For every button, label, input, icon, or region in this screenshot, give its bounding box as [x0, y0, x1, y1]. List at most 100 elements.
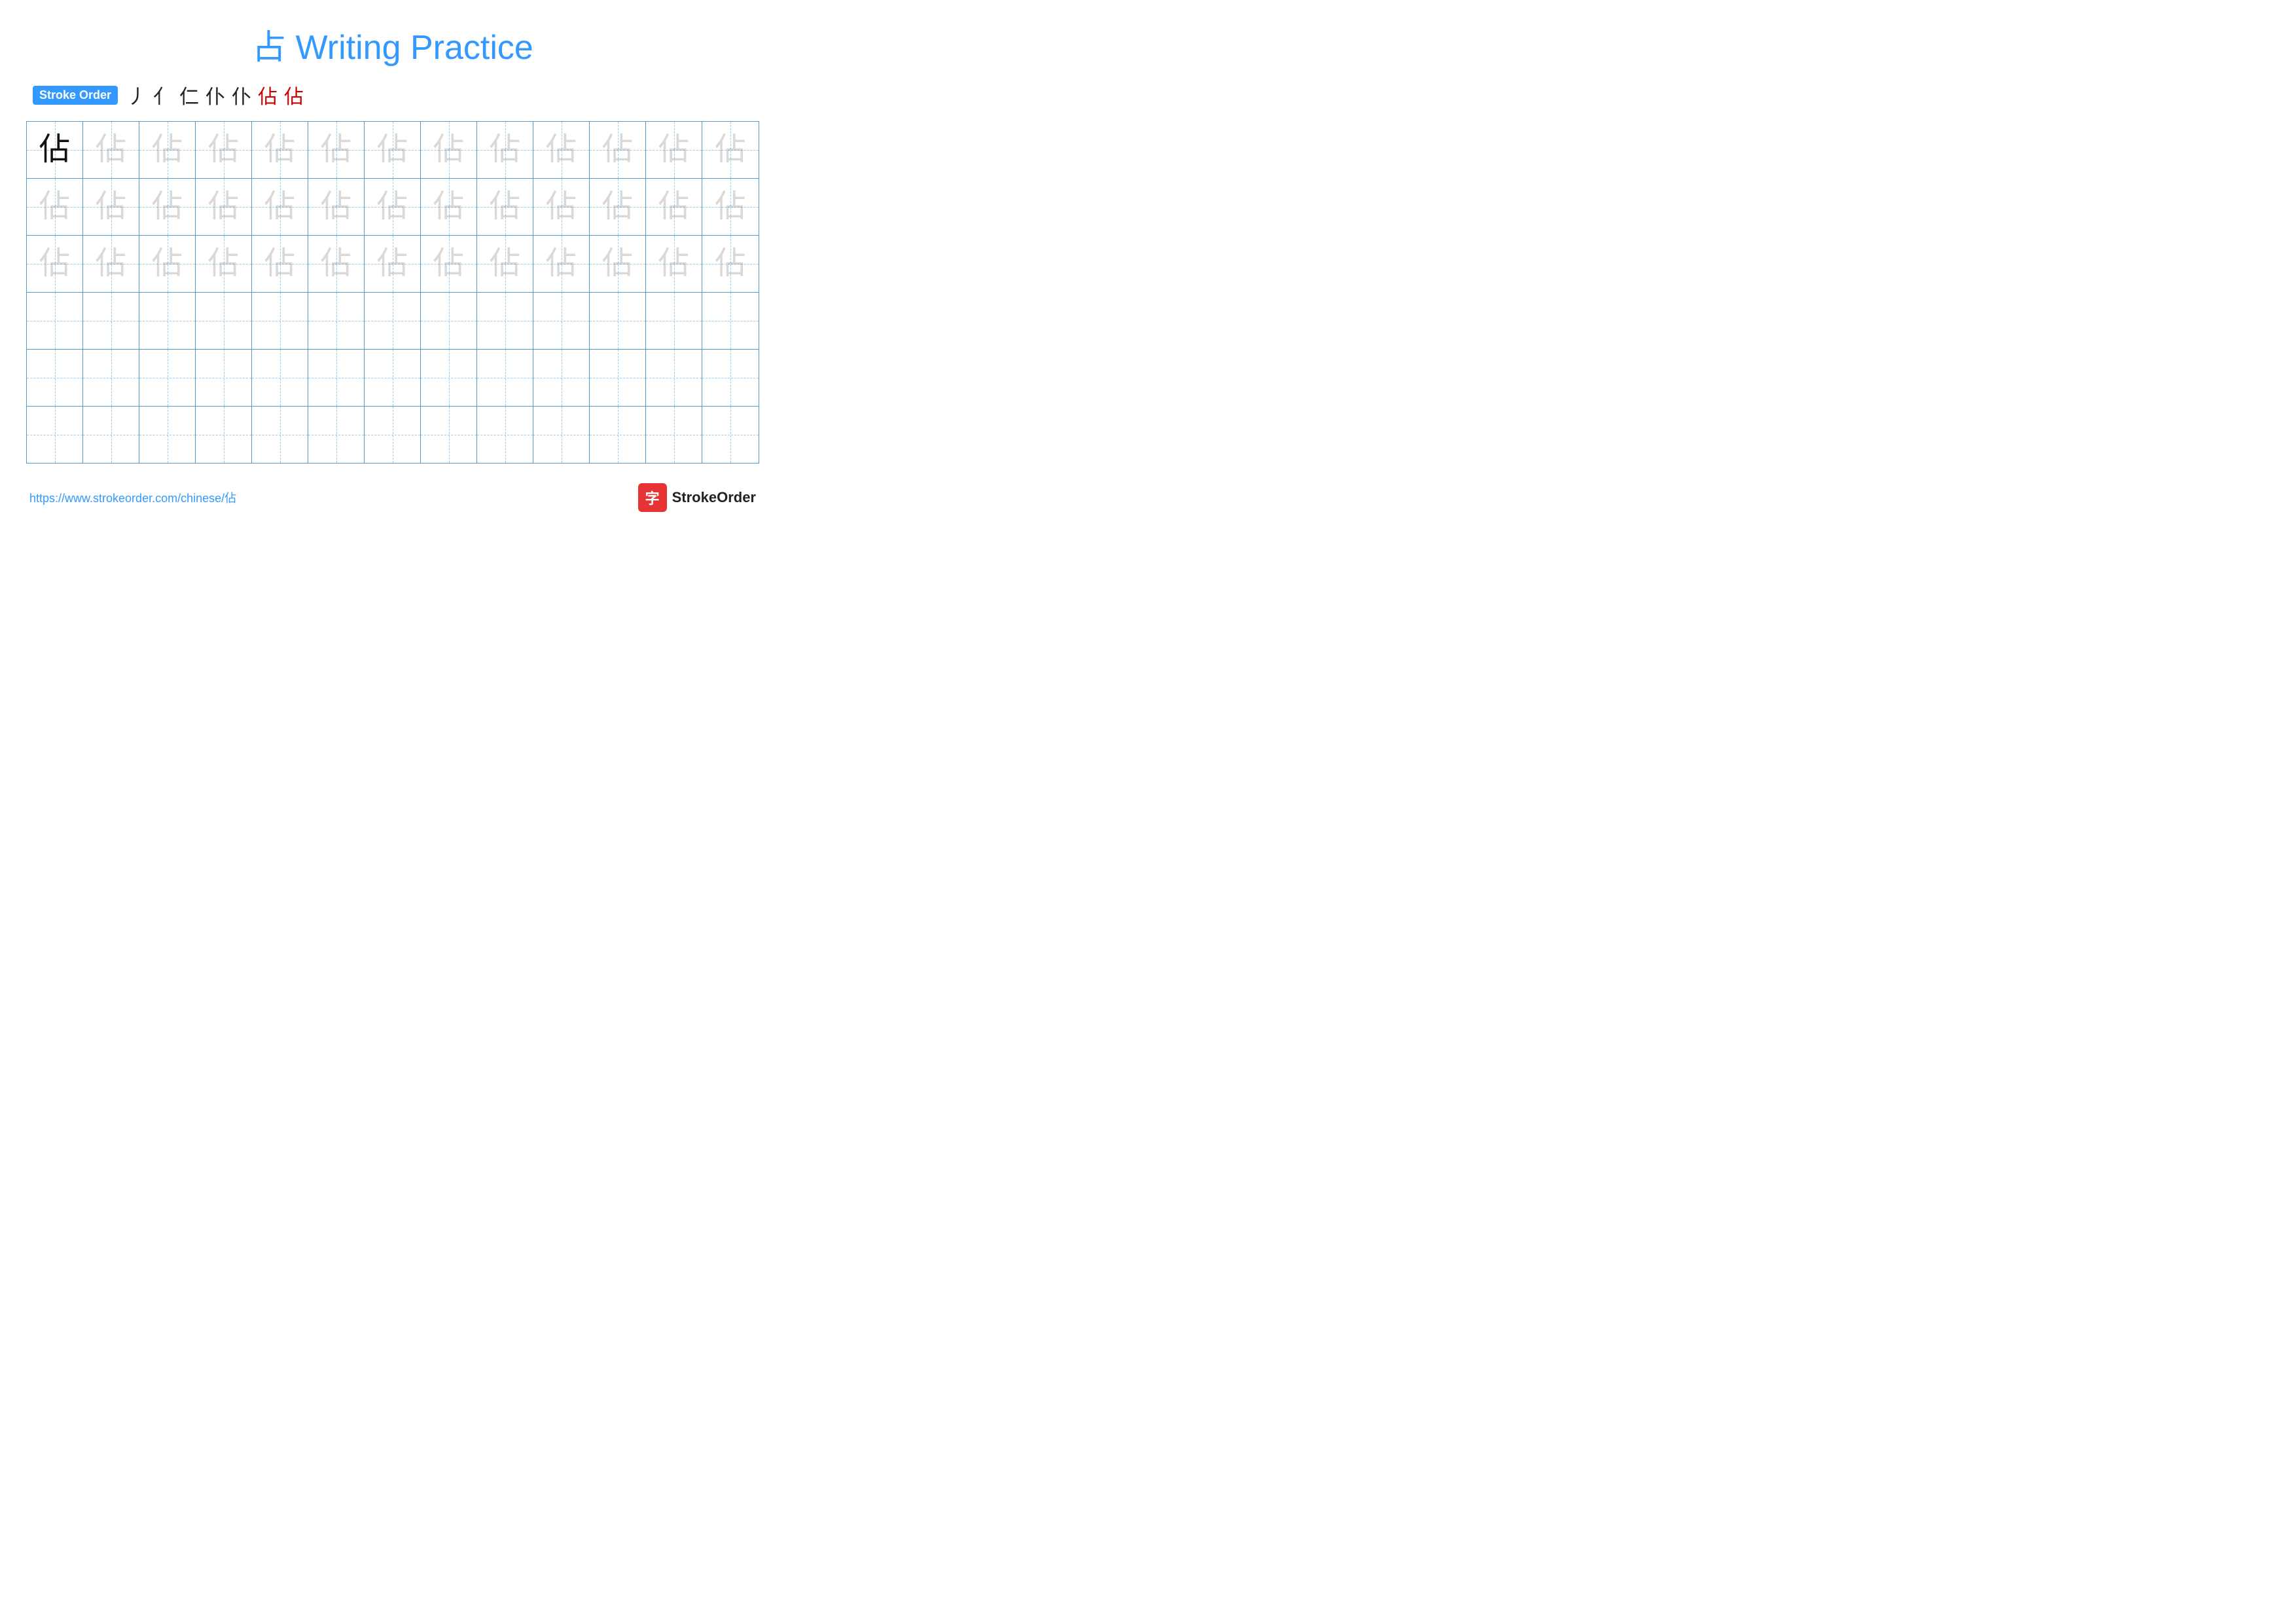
practice-character: 佔	[264, 248, 295, 280]
practice-character: 佔	[151, 191, 183, 223]
grid-cell[interactable]: 佔	[702, 122, 759, 178]
practice-character: 佔	[658, 134, 689, 166]
grid-cell[interactable]	[365, 293, 421, 349]
grid-cell[interactable]: 佔	[477, 236, 533, 292]
grid-cell[interactable]	[421, 350, 477, 406]
grid-cell[interactable]	[702, 350, 759, 406]
grid-cell[interactable]	[27, 350, 83, 406]
grid-cell[interactable]	[646, 350, 702, 406]
grid-cell[interactable]	[590, 293, 646, 349]
practice-character: 佔	[433, 191, 464, 223]
grid-cell[interactable]	[365, 350, 421, 406]
grid-cell[interactable]: 佔	[421, 179, 477, 235]
grid-cell[interactable]	[27, 293, 83, 349]
grid-cell[interactable]: 佔	[702, 236, 759, 292]
grid-cell[interactable]: 佔	[590, 179, 646, 235]
grid-cell[interactable]: 佔	[533, 179, 590, 235]
grid-cell[interactable]: 佔	[27, 122, 83, 178]
grid-cell[interactable]	[27, 407, 83, 463]
grid-cell[interactable]: 佔	[27, 236, 83, 292]
grid-cell[interactable]	[477, 407, 533, 463]
grid-cell[interactable]	[702, 407, 759, 463]
grid-cell[interactable]: 佔	[83, 236, 139, 292]
grid-cell[interactable]: 佔	[365, 236, 421, 292]
grid-cell[interactable]: 佔	[421, 122, 477, 178]
practice-character: 佔	[715, 248, 746, 280]
grid-cell[interactable]	[477, 350, 533, 406]
footer: https://www.strokeorder.com/chinese/佔 字 …	[26, 483, 759, 512]
grid-cell[interactable]	[83, 407, 139, 463]
practice-character: 佔	[545, 134, 577, 166]
grid-cell[interactable]	[590, 350, 646, 406]
grid-cell[interactable]	[252, 407, 308, 463]
grid-cell[interactable]: 佔	[196, 236, 252, 292]
stroke-seq-4: 仆	[206, 81, 225, 109]
stroke-order-badge: Stroke Order	[33, 86, 118, 105]
grid-cell[interactable]	[308, 350, 365, 406]
practice-character: 佔	[95, 134, 126, 166]
grid-cell[interactable]: 佔	[702, 179, 759, 235]
grid-cell[interactable]: 佔	[533, 122, 590, 178]
grid-cell[interactable]	[252, 350, 308, 406]
grid-cell[interactable]	[308, 293, 365, 349]
grid-cell[interactable]	[590, 407, 646, 463]
practice-character: 佔	[601, 248, 633, 280]
grid-cell[interactable]: 佔	[365, 122, 421, 178]
grid-row-6	[27, 407, 759, 463]
grid-cell[interactable]	[533, 350, 590, 406]
practice-character: 佔	[715, 191, 746, 223]
grid-cell[interactable]	[365, 407, 421, 463]
grid-cell[interactable]	[646, 293, 702, 349]
grid-cell[interactable]: 佔	[139, 122, 196, 178]
grid-cell[interactable]	[702, 293, 759, 349]
grid-cell[interactable]: 佔	[252, 236, 308, 292]
grid-cell[interactable]: 佔	[252, 122, 308, 178]
grid-row-3: 佔佔佔佔佔佔佔佔佔佔佔佔佔	[27, 236, 759, 293]
grid-cell[interactable]: 佔	[83, 179, 139, 235]
grid-cell[interactable]	[83, 350, 139, 406]
grid-cell[interactable]: 佔	[646, 179, 702, 235]
grid-cell[interactable]: 佔	[477, 122, 533, 178]
grid-cell[interactable]	[139, 350, 196, 406]
grid-cell[interactable]: 佔	[196, 122, 252, 178]
grid-row-2: 佔佔佔佔佔佔佔佔佔佔佔佔佔	[27, 179, 759, 236]
grid-cell[interactable]: 佔	[252, 179, 308, 235]
grid-cell[interactable]	[139, 293, 196, 349]
stroke-seq-1: 丿	[127, 81, 147, 109]
practice-character: 佔	[151, 134, 183, 166]
grid-cell[interactable]	[308, 407, 365, 463]
grid-cell[interactable]	[196, 350, 252, 406]
grid-cell[interactable]: 佔	[139, 179, 196, 235]
practice-character: 佔	[207, 248, 239, 280]
grid-cell[interactable]: 佔	[533, 236, 590, 292]
stroke-seq-3: 仁	[179, 81, 199, 109]
grid-cell[interactable]	[139, 407, 196, 463]
grid-cell[interactable]	[196, 407, 252, 463]
practice-character: 佔	[376, 248, 408, 280]
grid-cell[interactable]: 佔	[646, 236, 702, 292]
grid-cell[interactable]	[646, 407, 702, 463]
grid-cell[interactable]: 佔	[27, 179, 83, 235]
grid-cell[interactable]	[252, 293, 308, 349]
practice-character: 佔	[39, 134, 70, 166]
grid-cell[interactable]	[477, 293, 533, 349]
grid-cell[interactable]: 佔	[365, 179, 421, 235]
grid-cell[interactable]: 佔	[308, 236, 365, 292]
grid-cell[interactable]	[421, 293, 477, 349]
grid-cell[interactable]: 佔	[308, 122, 365, 178]
practice-character: 佔	[489, 134, 520, 166]
grid-cell[interactable]: 佔	[477, 179, 533, 235]
grid-cell[interactable]: 佔	[590, 122, 646, 178]
grid-cell[interactable]: 佔	[308, 179, 365, 235]
grid-cell[interactable]	[196, 293, 252, 349]
grid-cell[interactable]: 佔	[590, 236, 646, 292]
grid-cell[interactable]: 佔	[196, 179, 252, 235]
grid-cell[interactable]	[533, 407, 590, 463]
grid-cell[interactable]	[83, 293, 139, 349]
grid-cell[interactable]: 佔	[139, 236, 196, 292]
grid-cell[interactable]: 佔	[421, 236, 477, 292]
grid-cell[interactable]: 佔	[83, 122, 139, 178]
grid-cell[interactable]	[421, 407, 477, 463]
grid-cell[interactable]	[533, 293, 590, 349]
grid-cell[interactable]: 佔	[646, 122, 702, 178]
